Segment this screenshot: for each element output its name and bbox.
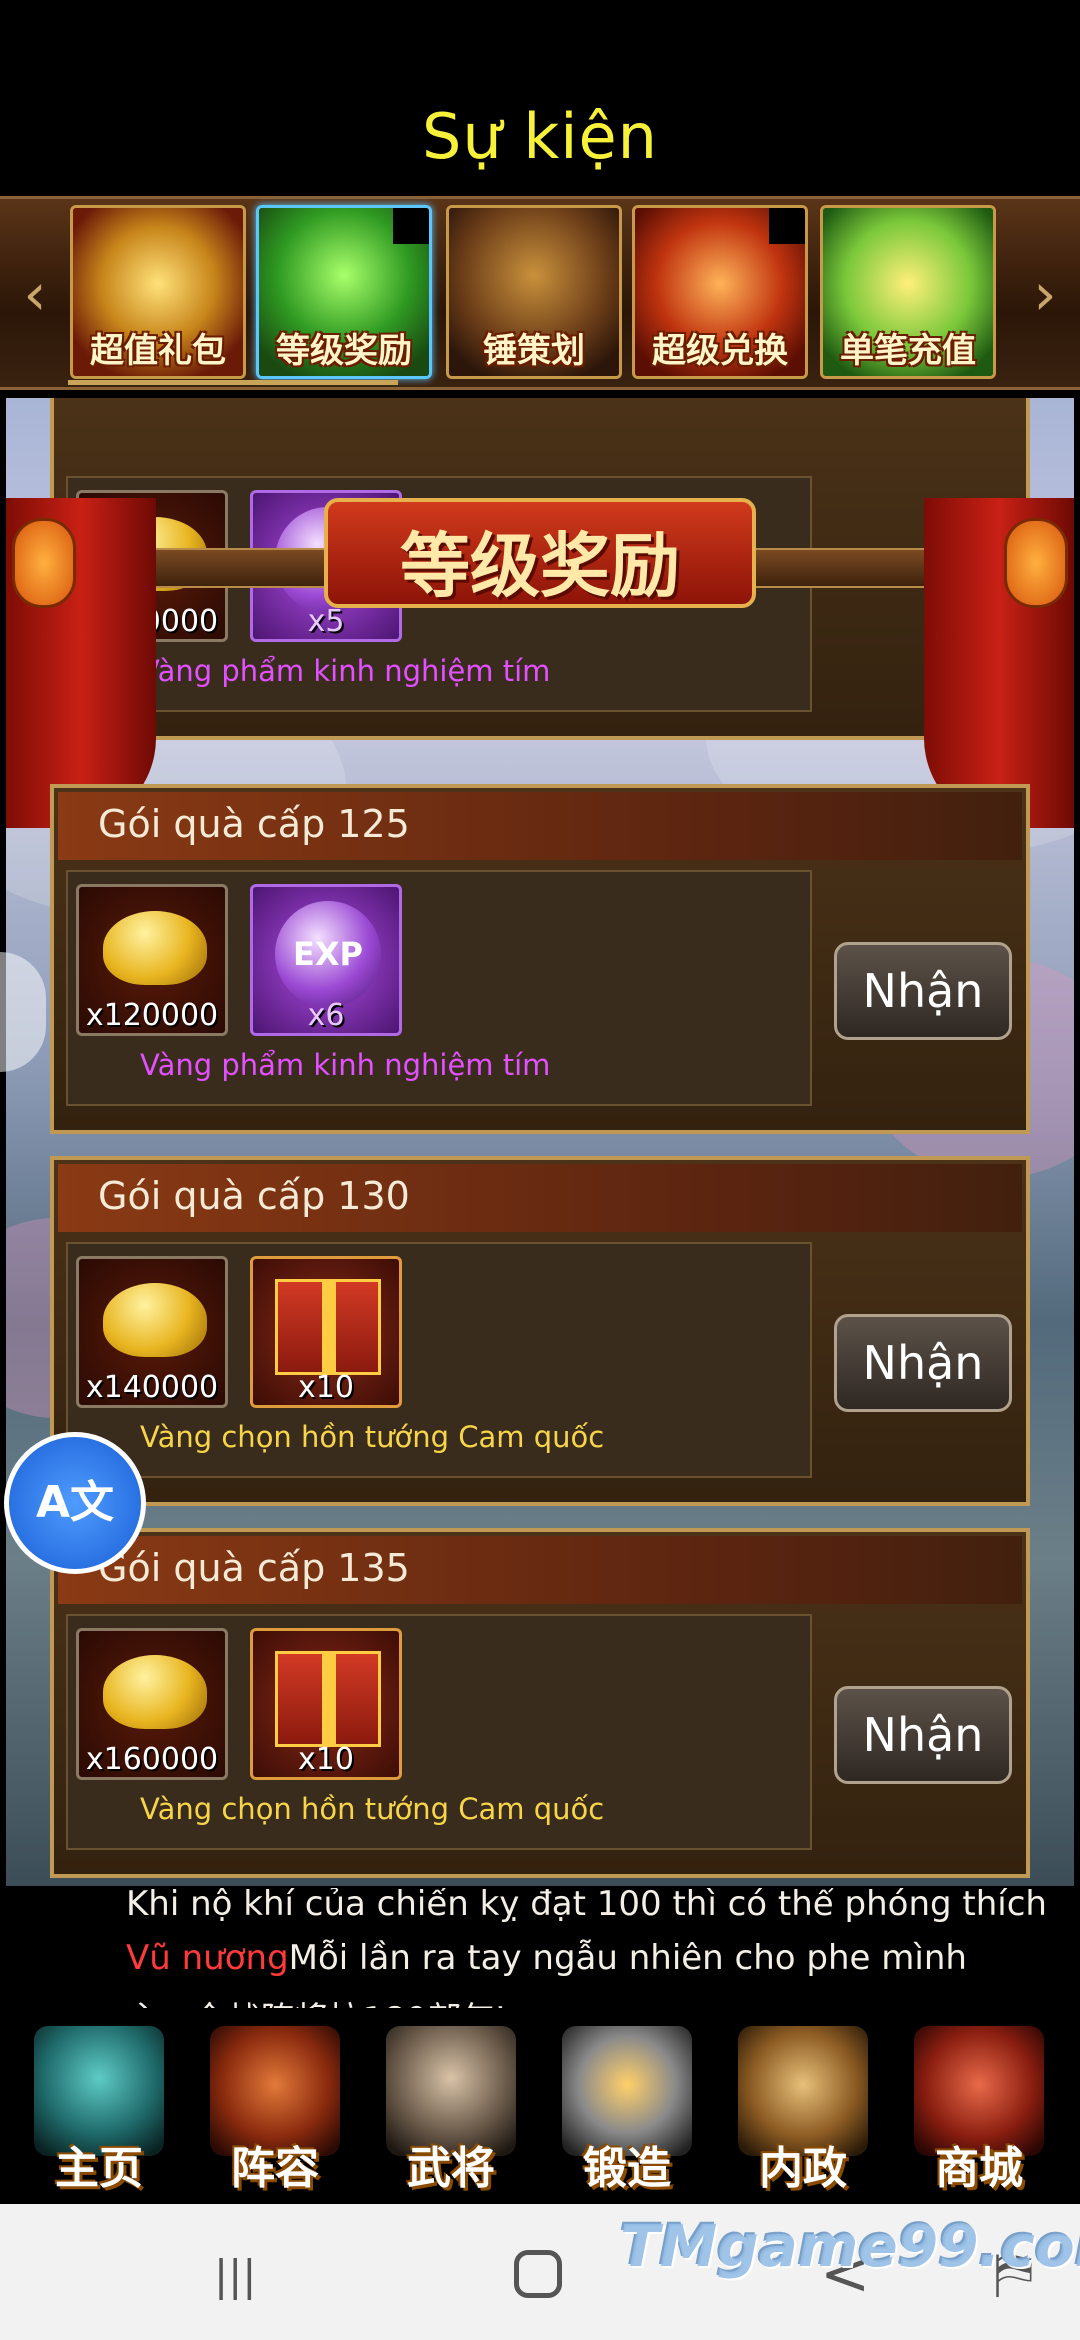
lantern-icon — [12, 518, 76, 608]
tab-level-reward[interactable]: 等级奖励 — [256, 205, 432, 379]
gold-ingot-icon — [103, 1655, 207, 1729]
reward-card-135: Gói quà cấp 135 x160000 x10 Vàng chọn hồ… — [50, 1528, 1030, 1878]
tab-label: 超级兑换 — [652, 331, 788, 371]
tab-super-exchange[interactable]: 超级兑换 — [632, 205, 808, 379]
nav-generals[interactable]: 武将 — [366, 2008, 536, 2204]
reward-card-130: Gói quà cấp 130 x140000 x10 Vàng chọn hồ… — [50, 1156, 1030, 1506]
hero-soul-box-item[interactable]: x10 — [250, 1628, 402, 1780]
lantern-icon — [1004, 518, 1068, 608]
gift-box-icon — [275, 1279, 381, 1375]
event-tab-strip: ‹ 超值礼包 等级奖励 锤策划 超级兑换 单笔充值 › — [0, 196, 1080, 390]
reward-card-125: Gói quà cấp 125 x120000 EXP x6 Vàng phẩm… — [50, 784, 1030, 1134]
nav-label: 锻造 — [583, 2143, 671, 2194]
bottom-navigation: 主页 阵容 武将 锻造 内政 商城 — [0, 2008, 1080, 2204]
page-title: Sự kiện — [422, 100, 658, 173]
active-tab-underline — [68, 380, 398, 385]
announcement-ticker: Khi nộ khí của chiến kỵ đạt 100 thì có t… — [0, 1888, 1080, 2008]
item-quantity: x160000 — [85, 1742, 219, 1777]
gold-ingot-icon — [103, 1283, 207, 1357]
claim-button[interactable]: Nhận — [834, 1686, 1012, 1784]
nav-forge[interactable]: 锻造 — [542, 2008, 712, 2204]
item-quantity: x10 — [298, 1742, 354, 1777]
card-title: Gói quà cấp 125 — [98, 802, 410, 846]
tab-label: 单笔充值 — [840, 331, 976, 371]
card-title: Gói quà cấp 135 — [98, 1546, 410, 1590]
item-quantity: x10 — [298, 1370, 354, 1405]
tab-label: 超值礼包 — [90, 331, 226, 371]
claim-button[interactable]: Nhận — [834, 1314, 1012, 1412]
corner-marker — [769, 208, 805, 244]
scroll-left-arrow-icon[interactable]: ‹ — [8, 239, 62, 349]
ticker-text: Mỗi lần ra tay ngẫu nhiên cho phe mình — [288, 1938, 967, 1978]
level-reward-banner: 等级奖励 — [6, 488, 1074, 648]
tab-single-recharge[interactable]: 单笔充值 — [820, 205, 996, 379]
ticker-line: Vũ nươngMỗi lần ra tay ngẫu nhiên cho ph… — [126, 1938, 967, 1978]
gold-item[interactable]: x140000 — [76, 1256, 228, 1408]
nav-label: 主页 — [55, 2143, 143, 2194]
ticker-line: 主...全战阵将拉180部年Lv... — [126, 1992, 564, 2008]
card-title: Gói quà cấp 130 — [98, 1174, 410, 1218]
reward-description: Vàng phẩm kinh nghiệm tím — [140, 654, 551, 688]
watermark: TMgame99.com — [620, 2212, 1080, 2280]
item-quantity: x6 — [307, 998, 345, 1033]
exp-item[interactable]: EXP x6 — [250, 884, 402, 1036]
nav-label: 内政 — [759, 2143, 847, 2194]
gift-box-icon — [275, 1651, 381, 1747]
game-screen: Sự kiện ‹ 超值礼包 等级奖励 锤策划 超级兑换 单笔充值 › x5 V… — [0, 0, 1080, 2340]
gold-item[interactable]: x160000 — [76, 1628, 228, 1780]
reward-panel[interactable]: x100000 x5 Vàng phẩm kinh nghiệm tím 等级奖… — [6, 398, 1074, 1886]
tab-value-pack[interactable]: 超值礼包 — [70, 205, 246, 379]
ticker-line: Khi nộ khí của chiến kỵ đạt 100 thì có t… — [126, 1888, 1047, 1924]
nav-label: 武将 — [407, 2143, 495, 2194]
tab-hammer-plan[interactable]: 锤策划 — [446, 205, 622, 379]
nav-affairs[interactable]: 内政 — [718, 2008, 888, 2204]
nav-formation[interactable]: 阵容 — [190, 2008, 360, 2204]
item-quantity: x140000 — [85, 1370, 219, 1405]
claim-button[interactable]: Nhận — [834, 942, 1012, 1040]
ticker-highlight: Vũ nương — [126, 1938, 289, 1978]
hero-soul-box-item[interactable]: x10 — [250, 1256, 402, 1408]
nav-home[interactable]: 主页 — [14, 2008, 184, 2204]
tab-label: 锤策划 — [483, 331, 585, 371]
gold-item[interactable]: x120000 — [76, 884, 228, 1036]
item-quantity: x120000 — [85, 998, 219, 1033]
nav-label: 阵容 — [231, 2143, 319, 2194]
translate-button[interactable]: A文 — [4, 1432, 146, 1574]
nav-shop[interactable]: 商城 — [894, 2008, 1064, 2204]
corner-marker — [393, 208, 429, 244]
reward-description: Vàng phẩm kinh nghiệm tím — [140, 1048, 551, 1082]
home-icon[interactable] — [514, 2250, 562, 2298]
reward-description: Vàng chọn hồn tướng Cam quốc — [140, 1792, 605, 1826]
recents-icon[interactable]: ||| — [214, 2255, 258, 2297]
nav-label: 商城 — [935, 2143, 1023, 2194]
tab-label: 等级奖励 — [276, 331, 412, 371]
scroll-right-arrow-icon[interactable]: › — [1018, 239, 1072, 349]
reward-description: Vàng chọn hồn tướng Cam quốc — [140, 1420, 605, 1454]
exp-orb-icon: EXP — [275, 901, 381, 1007]
banner-title: 等级奖励 — [400, 525, 680, 607]
gold-ingot-icon — [103, 911, 207, 985]
